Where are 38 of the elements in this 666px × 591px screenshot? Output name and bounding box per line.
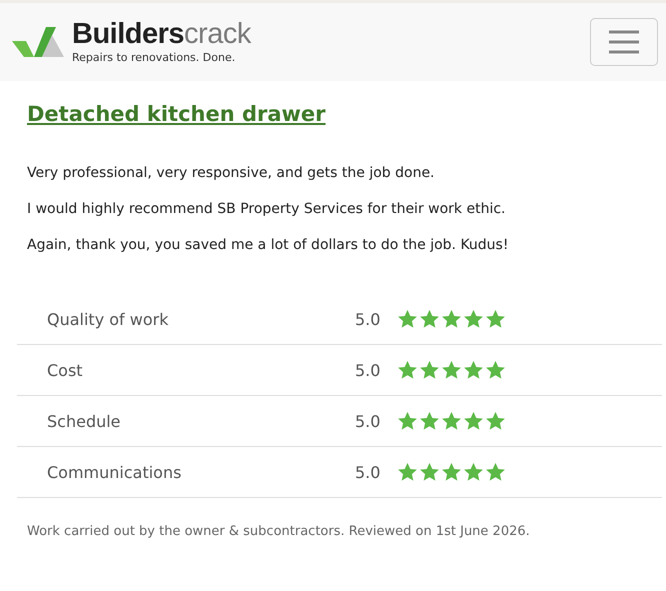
star-icon [441,309,462,329]
brand-wordmark[interactable]: Builderscrack [72,20,251,49]
star-icon [419,411,440,431]
rating-label: Quality of work [46,310,170,328]
logo-icon [12,27,64,57]
rating-score: 5.0 [355,462,382,482]
review-title[interactable]: Detached kitchen drawer [27,102,326,126]
rating-label: Communications [46,462,182,482]
review-text: Again, thank you, you saved me a lot of dollars to do the job. Kudus! [27,236,510,255]
star-icon [397,462,418,482]
review-text: Very professional, very responsive, and gets the job done. [27,164,436,183]
star-icon [485,360,506,380]
rating-score: 5.0 [355,412,382,430]
review-footer: Work carried out by the owner & subcontractors. Reviewed on 1st June 2026. [27,524,662,539]
star-icon [485,411,506,431]
star-icon [463,411,484,431]
rating-score: 5.0 [355,360,382,380]
menu-icon [608,30,640,54]
menu-button[interactable] [590,18,658,66]
star-icon [485,309,506,329]
rating-score: 5.0 [355,310,382,328]
star-icon [485,462,506,482]
star-icon [397,309,418,329]
star-icon [441,462,462,482]
star-icon [441,360,462,380]
review-text: I would highly recommend SB Property Services for their work ethic. [27,200,506,219]
star-icon [463,360,484,380]
star-icon [397,411,418,431]
star-icon [397,360,418,380]
star-icon [441,411,462,431]
rating-label: Schedule [46,412,122,430]
star-icon [419,360,440,380]
brand-tagline: Repairs to renovations. Done. [72,51,236,64]
star-icon [463,462,484,482]
rating-label: Cost [46,360,84,380]
star-icon [419,309,440,329]
star-icon [419,462,440,482]
star-icon [463,309,484,329]
